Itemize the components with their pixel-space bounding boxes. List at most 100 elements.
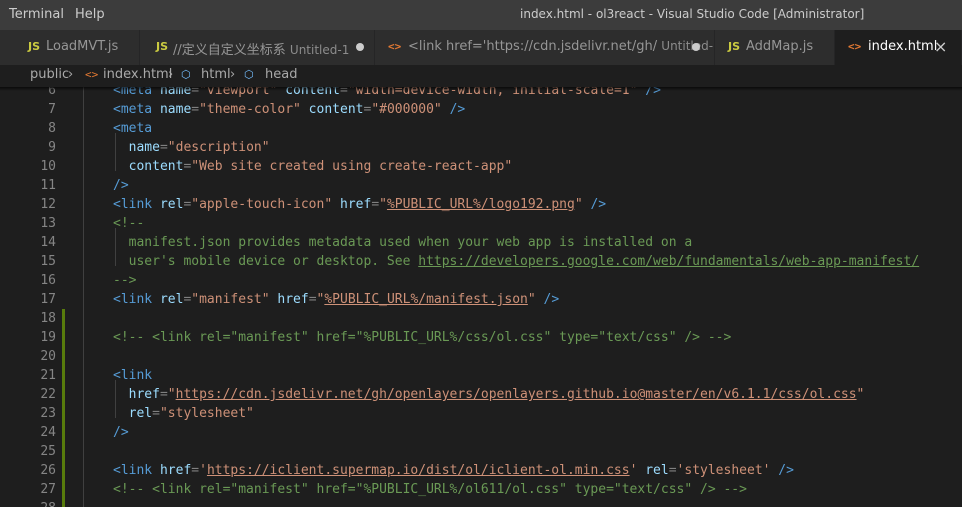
code-token: />	[441, 102, 466, 117]
code-token: "	[167, 387, 176, 402]
code-token: -->	[113, 273, 137, 288]
code-line[interactable]: 10 content="Web site created using creat…	[0, 157, 962, 176]
code-line[interactable]: 17 <link rel="manifest" href="%PUBLIC_URL…	[0, 290, 962, 309]
code-line[interactable]: 20	[0, 347, 962, 366]
line-number: 19	[40, 330, 56, 345]
window-title: index.html - ol3react - Visual Studio Co…	[520, 7, 865, 21]
code-token: <meta	[113, 102, 160, 117]
code-line[interactable]: 26 <link href='https://iclient.supermap.i…	[0, 461, 962, 480]
code-line[interactable]: 8 <meta	[0, 119, 962, 138]
git-modified-marker[interactable]	[62, 309, 65, 328]
code-token: https://iclient.supermap.io/dist/ol/icli…	[206, 463, 630, 478]
close-icon[interactable]: ×	[934, 37, 947, 56]
code-token: rel	[637, 463, 669, 478]
tab-description: Untitled-1	[289, 43, 350, 57]
tab-label: index.html	[868, 39, 938, 54]
code-token: />	[113, 178, 129, 193]
menu-terminal[interactable]: Terminal	[9, 7, 64, 22]
line-number: 17	[40, 292, 56, 307]
code-line[interactable]: 16 -->	[0, 271, 962, 290]
git-modified-marker[interactable]	[62, 461, 65, 480]
breadcrumb-file[interactable]: index.html	[103, 67, 172, 82]
code-text: href="https://cdn.jsdelivr.net/gh/openla…	[113, 385, 865, 404]
code-token: name	[113, 140, 160, 155]
code-token: =	[308, 292, 317, 307]
code-line[interactable]: 27 <!-- <link rel="manifest" href="%PUBLI…	[0, 480, 962, 499]
line-number: 8	[48, 121, 56, 136]
line-number: 12	[40, 197, 56, 212]
javascript-file-icon: JS	[28, 40, 41, 53]
line-number: 20	[40, 349, 56, 364]
code-token: %PUBLIC_URL%/logo192.png	[386, 197, 575, 212]
code-line[interactable]: 19 <!-- <link rel="manifest" href="%PUBLI…	[0, 328, 962, 347]
code-token: <link	[113, 368, 153, 383]
tab-label: AddMap.js	[746, 39, 814, 54]
editor-tab-bar: JS LoadMVT.js JS //定义自定义坐标系 Untitled-1 <…	[0, 30, 962, 65]
code-token: content	[300, 102, 364, 117]
code-text: <!-- <link rel="manifest" href="%PUBLIC_…	[113, 480, 747, 499]
line-number: 27	[40, 482, 56, 497]
line-number: 13	[40, 216, 56, 231]
git-modified-marker[interactable]	[62, 423, 65, 442]
menu-help[interactable]: Help	[75, 7, 105, 22]
git-modified-marker[interactable]	[62, 480, 65, 499]
html-file-icon: <>	[848, 40, 862, 53]
unsaved-dot-icon[interactable]	[692, 43, 700, 51]
line-number: 28	[0, 499, 56, 507]
tab-label: LoadMVT.js	[46, 39, 119, 54]
cube-icon: ⬡	[181, 68, 191, 81]
breadcrumb-node-head[interactable]: head	[265, 67, 297, 82]
git-modified-marker[interactable]	[62, 366, 65, 385]
code-text: rel="stylesheet"	[113, 404, 254, 423]
tab-addmap[interactable]: JS AddMap.js	[715, 30, 835, 65]
code-line[interactable]: 18	[0, 309, 962, 328]
breadcrumb-folder[interactable]: public	[30, 67, 69, 82]
code-text: <!--	[113, 214, 144, 233]
code-token: href	[159, 463, 192, 478]
code-token: =	[668, 463, 677, 478]
unsaved-dot-icon[interactable]	[356, 43, 364, 51]
code-text: -->	[113, 271, 136, 290]
git-modified-marker[interactable]	[62, 499, 65, 507]
code-token: "	[527, 292, 536, 307]
scroll-shadow	[0, 87, 962, 91]
tab-untitled-1[interactable]: JS //定义自定义坐标系 Untitled-1	[140, 30, 375, 65]
code-line[interactable]: 22 href="https://cdn.jsdelivr.net/gh/ope…	[0, 385, 962, 404]
code-line[interactable]: 12 <link rel="apple-touch-icon" href="%PU…	[0, 195, 962, 214]
code-line[interactable]: 24 />	[0, 423, 962, 442]
tab-untitled-2[interactable]: <> <link href='https://cdn.jsdelivr.net/…	[375, 30, 715, 65]
code-line[interactable]: 21 <link	[0, 366, 962, 385]
breadcrumb-node-html[interactable]: html	[201, 67, 231, 82]
line-number: 10	[40, 159, 56, 174]
tab-index-html[interactable]: <> index.html ×	[835, 30, 962, 65]
git-modified-marker[interactable]	[62, 442, 65, 461]
chevron-right-icon: ›	[230, 67, 236, 82]
code-line[interactable]: 14 manifest.json provides metadata used …	[0, 233, 962, 252]
code-line[interactable]: 23 rel="stylesheet"	[0, 404, 962, 423]
code-line[interactable]: 28	[0, 499, 962, 507]
code-line[interactable]: 11 />	[0, 176, 962, 195]
code-token: 'stylesheet'	[676, 463, 771, 478]
code-token: />	[582, 197, 607, 212]
code-token: href	[332, 197, 372, 212]
git-modified-marker[interactable]	[62, 385, 65, 404]
code-line[interactable]: 15 user's mobile device or desktop. See …	[0, 252, 962, 271]
code-token: content	[113, 159, 184, 174]
code-token: />	[535, 292, 560, 307]
git-modified-marker[interactable]	[62, 347, 65, 366]
chevron-right-icon: ›	[68, 67, 74, 82]
tab-loadmvt[interactable]: JS LoadMVT.js	[0, 30, 140, 65]
code-editor[interactable]: 6 <meta name="viewport" content="width=de…	[0, 87, 962, 507]
git-modified-marker[interactable]	[62, 404, 65, 423]
code-token: "Web site created using create-react-app…	[191, 159, 513, 174]
code-token: rel	[159, 292, 184, 307]
code-token: "	[856, 387, 865, 402]
code-line[interactable]: 25	[0, 442, 962, 461]
javascript-file-icon: JS	[156, 40, 169, 53]
code-line[interactable]: 9 name="description"	[0, 138, 962, 157]
code-text: <link rel="apple-touch-icon" href="%PUBL…	[113, 195, 606, 214]
code-line[interactable]: 13 <!--	[0, 214, 962, 233]
git-modified-marker[interactable]	[62, 328, 65, 347]
code-line[interactable]: 7 <meta name="theme-color" content="#0000…	[0, 100, 962, 119]
code-token: "manifest"	[191, 292, 270, 307]
